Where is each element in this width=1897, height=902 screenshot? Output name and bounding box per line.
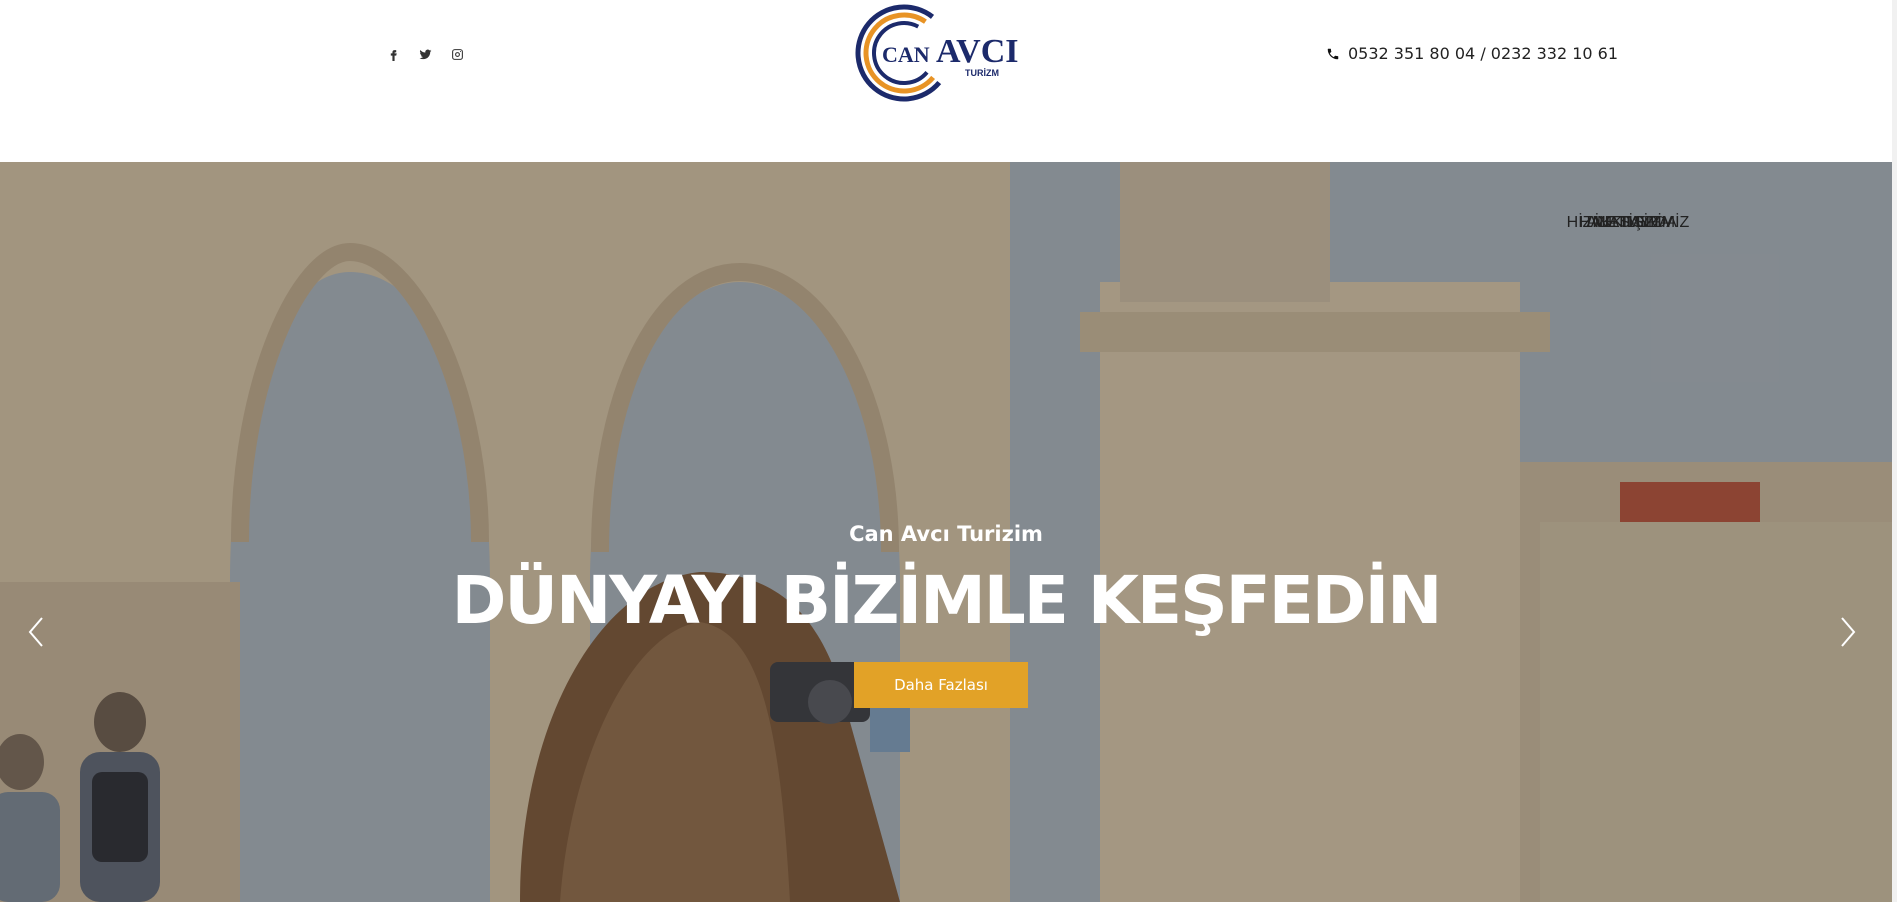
page-scrollbar[interactable] (1892, 0, 1897, 902)
logo-text-turizm: TURİZM (965, 68, 999, 78)
site-logo[interactable]: CAN AVCI TURİZM (852, 2, 1032, 104)
chevron-left-icon (28, 617, 43, 647)
nav-item-iletisim[interactable]: İLETİŞİM (682, 214, 1892, 232)
phone-number: 0532 351 80 04 / 0232 332 10 61 (1348, 44, 1619, 63)
hero-subtitle: Can Avcı Turizim (849, 522, 1043, 546)
hero-slider: ANASAYFA HİZMETLERİMİZ HAKKIMIZDA İLETİŞ… (0, 162, 1892, 902)
read-more-button[interactable]: Daha Fazlası (854, 662, 1028, 708)
phone-icon (1327, 48, 1339, 59)
slider-prev-button[interactable] (22, 612, 52, 652)
phone-contact[interactable]: 0532 351 80 04 / 0232 332 10 61 (1326, 44, 1618, 63)
logo-text-can: CAN (882, 42, 930, 67)
logo-text-avci: AVCI (936, 33, 1019, 70)
twitter-icon[interactable] (417, 46, 433, 62)
facebook-icon[interactable] (385, 46, 401, 62)
slider-next-button[interactable] (1832, 612, 1862, 652)
chevron-right-icon (1841, 617, 1856, 647)
logo-graphic: CAN AVCI TURİZM (855, 4, 1019, 102)
site-header: CAN AVCI TURİZM 0532 351 80 04 / 0232 33… (0, 0, 1892, 162)
instagram-icon[interactable] (449, 46, 465, 62)
hero-title: DÜNYAYI BİZİMLE KEŞFEDİN (451, 562, 1443, 639)
social-links (385, 46, 465, 62)
